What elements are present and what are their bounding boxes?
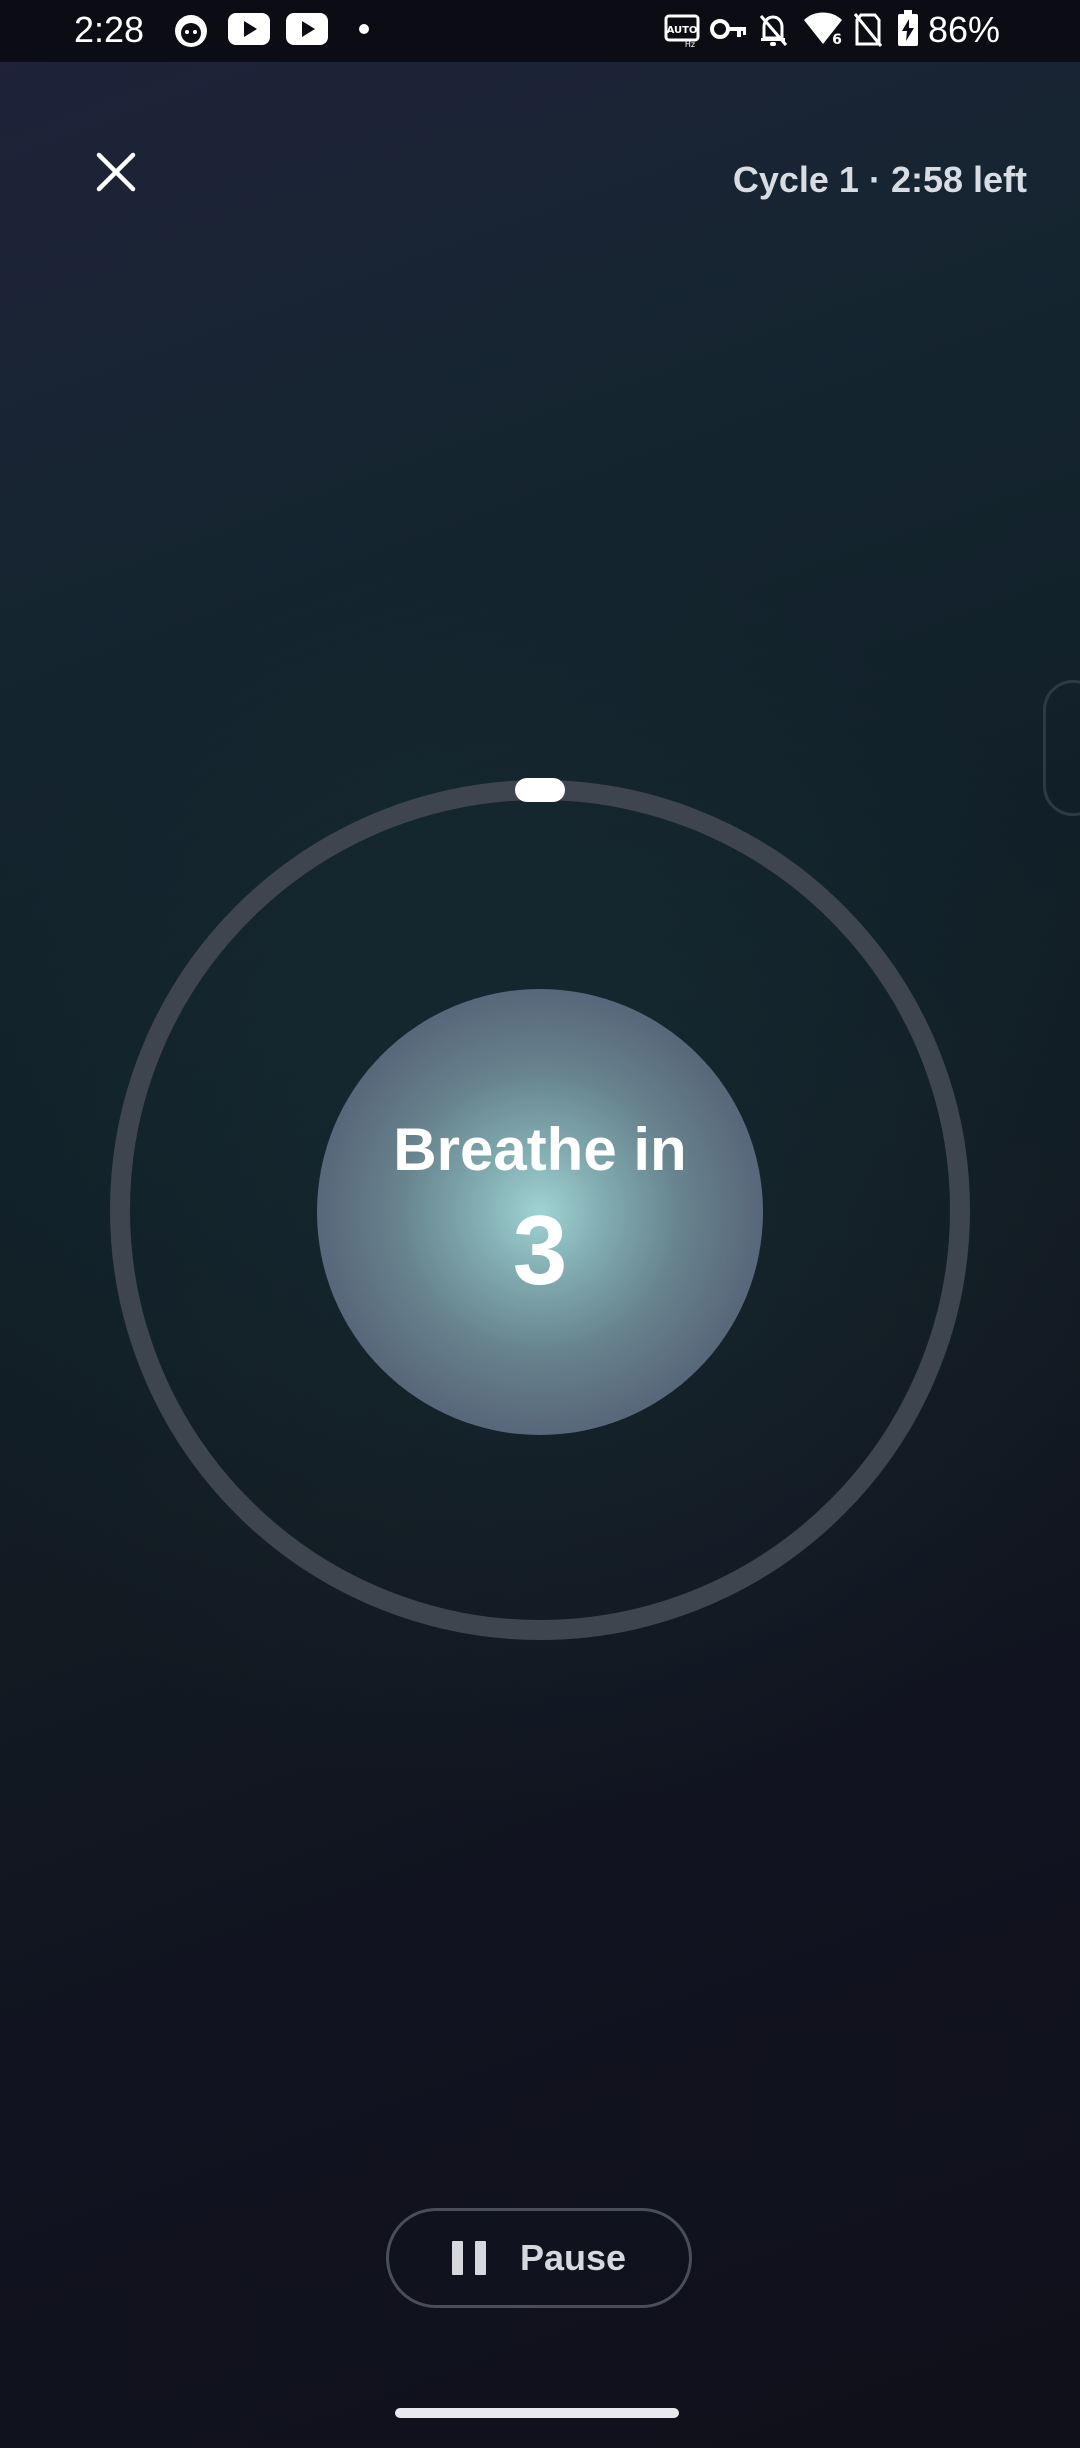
side-panel-handle[interactable] [1043,680,1080,816]
youtube-icon [228,13,270,50]
status-time: 2:28 [74,9,145,50]
svg-text:Hz: Hz [685,40,695,48]
home-indicator[interactable] [395,2408,679,2418]
battery-charging-icon [896,10,920,53]
vpn-key-icon [710,16,748,47]
breath-countdown: 3 [512,1195,568,1305]
battery-percent: 86% [927,9,1000,50]
status-bar: 2:28 AUTO Hz 6 86% [0,0,1080,62]
wifi-6-icon: 6 [802,10,844,53]
close-button[interactable] [82,140,150,208]
svg-text:6: 6 [832,32,842,48]
breath-phase-label: Breathe in [393,1116,687,1183]
notification-dot-icon [358,22,370,40]
cat-face-icon [172,12,210,55]
svg-text:AUTO: AUTO [667,25,698,36]
youtube-icon [286,13,328,50]
pause-button[interactable]: Pause [386,2208,692,2308]
no-sim-icon [853,12,883,53]
auto-hz-icon: AUTO Hz [664,14,700,53]
close-icon [96,152,136,197]
pause-icon [451,2241,486,2275]
progress-indicator [515,778,565,802]
bell-off-icon [758,12,788,53]
cycle-status: Cycle 1 · 2:58 left [732,159,1027,200]
pause-button-label: Pause [519,2237,627,2278]
